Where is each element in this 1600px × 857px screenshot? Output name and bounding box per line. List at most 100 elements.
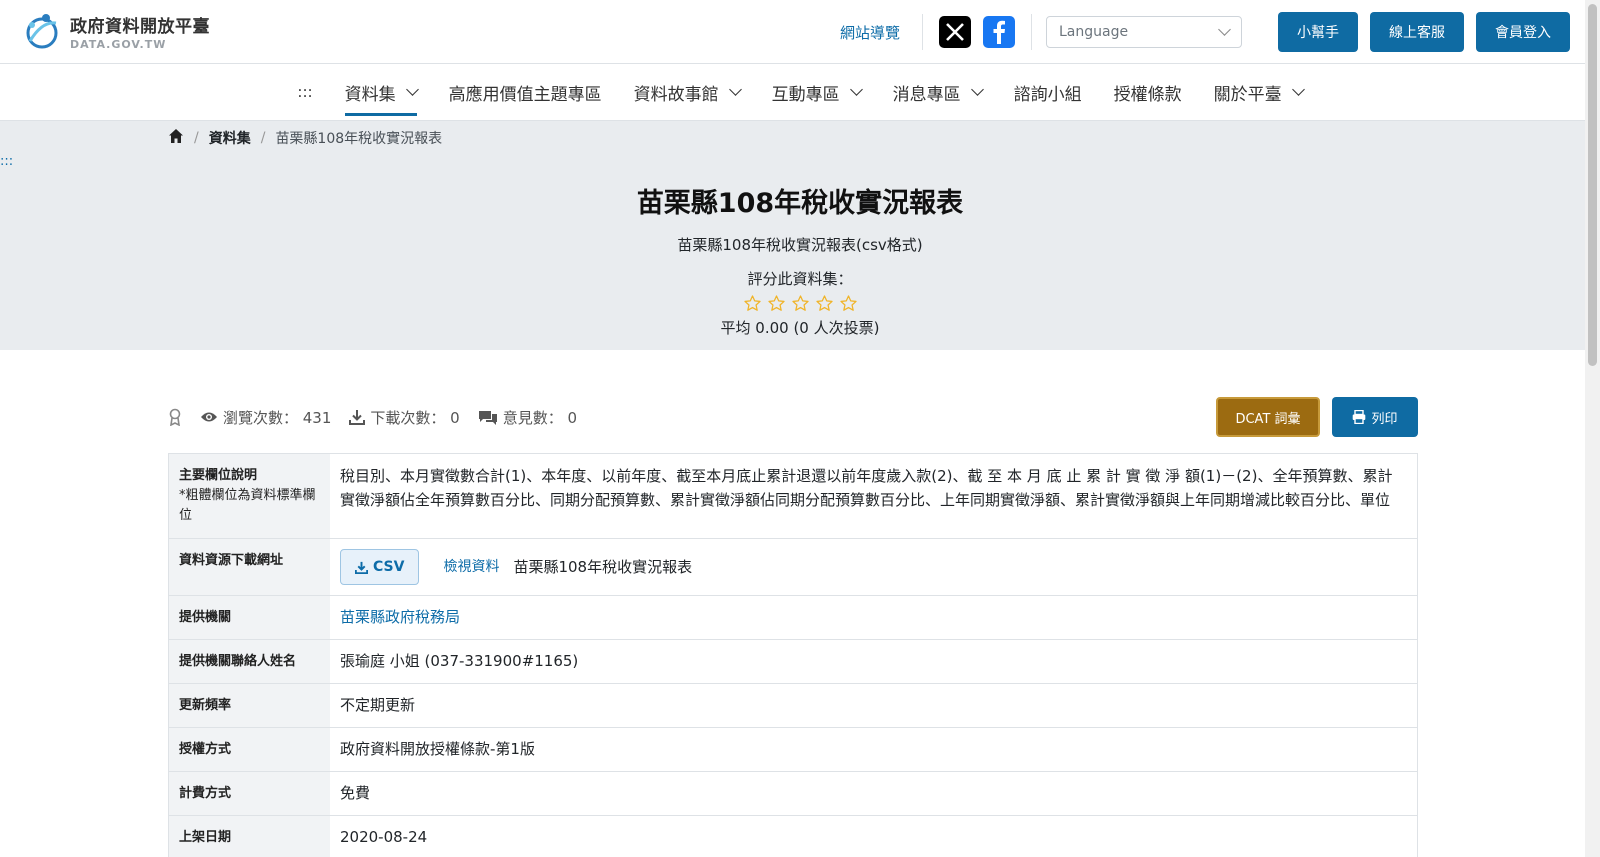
field-label: 主要欄位說明 *粗體欄位為資料標準欄位	[168, 454, 330, 538]
chevron-down-icon	[849, 83, 863, 96]
dataset-stats: 瀏覽次數： 431 下載次數： 0 意見數： 0 DCAT 詞彙 列印	[168, 397, 1418, 437]
csv-download-label: CSV	[373, 559, 405, 575]
logo-icon	[22, 11, 62, 51]
frequency-label: 更新頻率	[168, 684, 330, 727]
nav-item-label: 資料故事館	[633, 84, 719, 105]
nav-item-label: 互動專區	[771, 84, 840, 105]
nav-item-datasets[interactable]: 資料集	[329, 64, 433, 120]
nav-item-interactive[interactable]: 互動專區	[756, 64, 877, 120]
chevron-down-icon	[405, 83, 419, 96]
table-row: 資料資源下載網址 CSV 檢視資料 苗栗縣108年稅收實況報表	[168, 538, 1418, 595]
award-icon	[168, 408, 182, 426]
download-icon	[355, 561, 368, 574]
table-row: 上架日期 2020-08-24	[168, 815, 1418, 857]
star-icon[interactable]	[743, 294, 762, 313]
dataset-description: 苗栗縣108年稅收實況報表(csv格式)	[677, 236, 923, 254]
breadcrumb: / 資料集 / 苗栗縣108年稅收實況報表	[168, 128, 442, 148]
helper-button[interactable]: 小幫手	[1278, 12, 1358, 52]
contact-label: 提供機關聯絡人姓名	[168, 640, 330, 683]
divider	[922, 14, 923, 50]
view-count: 瀏覽次數： 431	[200, 407, 331, 428]
download-icon	[349, 410, 366, 425]
fields-value: 稅目別、本月實徵數合計(1)、本年度、以前年度、截至本月底止累計退還以前年度歲入…	[330, 454, 1418, 538]
star-icon[interactable]	[839, 294, 858, 313]
table-row: 更新頻率 不定期更新	[168, 683, 1418, 727]
logo-subtitle: DATA.GOV.TW	[70, 37, 167, 51]
dcat-vocabulary-button[interactable]: DCAT 詞彙	[1216, 397, 1320, 437]
top-header: 政府資料開放平臺 DATA.GOV.TW 網站導覽 Language 小幫手 線…	[0, 0, 1600, 64]
view-data-link[interactable]: 檢視資料	[443, 555, 499, 579]
rating-average: 平均 0.00 (0 人次投票)	[720, 319, 880, 337]
resource-label: 資料資源下載網址	[168, 539, 330, 595]
comments-icon	[478, 411, 497, 425]
sitemap-link[interactable]: 網站導覽	[840, 22, 900, 43]
view-count-text: 瀏覽次數： 431	[223, 408, 332, 427]
chevron-down-icon	[1291, 83, 1305, 96]
license-label: 授權方式	[168, 728, 330, 771]
divider	[1031, 14, 1032, 50]
nav-item-label: 關於平臺	[1213, 84, 1282, 105]
language-select-value: Language	[1059, 24, 1129, 40]
content-accesskey[interactable]: :::	[0, 154, 13, 169]
date-label: 上架日期	[168, 816, 330, 857]
print-button[interactable]: 列印	[1332, 397, 1418, 437]
fee-label: 計費方式	[168, 772, 330, 815]
page-scrollbar[interactable]	[1585, 0, 1600, 857]
rating-label: 評分此資料集：	[747, 270, 853, 288]
breadcrumb-datasets[interactable]: 資料集	[209, 128, 251, 148]
nav-item-about[interactable]: 關於平臺	[1198, 64, 1319, 120]
star-icon[interactable]	[791, 294, 810, 313]
language-select[interactable]: Language	[1046, 16, 1242, 48]
accesskey-link[interactable]: :::	[281, 64, 328, 120]
breadcrumb-separator: /	[194, 130, 199, 146]
nav-item-label: 高應用價值主題專區	[448, 84, 602, 105]
resource-value: CSV 檢視資料 苗栗縣108年稅收實況報表	[330, 539, 1418, 595]
breadcrumb-current: 苗栗縣108年稅收實況報表	[275, 131, 443, 147]
nav-item-data-stories[interactable]: 資料故事館	[618, 64, 756, 120]
license-value: 政府資料開放授權條款-第1版	[330, 728, 1418, 771]
table-row: 計費方式 免費	[168, 771, 1418, 815]
nav-item-label: 資料集	[344, 84, 396, 105]
online-service-button[interactable]: 線上客服	[1370, 12, 1464, 52]
fields-label: 主要欄位說明	[179, 468, 258, 483]
table-row: 提供機關聯絡人姓名 張瑜庭 小姐 (037-331900#1165)	[168, 639, 1418, 683]
x-twitter-icon[interactable]	[939, 16, 971, 48]
fee-value: 免費	[330, 772, 1418, 815]
download-count-text: 下載次數： 0	[370, 408, 460, 427]
facebook-icon[interactable]	[983, 16, 1015, 48]
site-logo[interactable]: 政府資料開放平臺 DATA.GOV.TW	[22, 11, 210, 51]
star-icon[interactable]	[767, 294, 786, 313]
chevron-down-icon	[728, 83, 742, 96]
chevron-down-icon	[970, 83, 984, 96]
home-icon[interactable]	[168, 128, 184, 148]
csv-download-button[interactable]: CSV	[340, 549, 420, 585]
member-login-button[interactable]: 會員登入	[1476, 12, 1570, 52]
nav-item-license[interactable]: 授權條款	[1098, 64, 1198, 120]
scrollbar-thumb[interactable]	[1588, 4, 1597, 366]
print-icon	[1353, 410, 1366, 424]
dataset-info-table: 主要欄位說明 *粗體欄位為資料標準欄位 稅目別、本月實徵數合計(1)、本年度、以…	[168, 453, 1418, 857]
nav-item-label: 授權條款	[1113, 84, 1182, 105]
fields-note: *粗體欄位為資料標準欄位	[179, 488, 316, 523]
nav-item-news[interactable]: 消息專區	[877, 64, 998, 120]
eye-icon	[201, 412, 217, 422]
nav-item-label: 消息專區	[892, 84, 961, 105]
dataset-hero: / 資料集 / 苗栗縣108年稅收實況報表 ::: 苗栗縣108年稅收實況報表 …	[0, 121, 1600, 350]
nav-item-label: 諮詢小組	[1013, 84, 1082, 105]
star-icon[interactable]	[815, 294, 834, 313]
table-row: 授權方式 政府資料開放授權條款-第1版	[168, 727, 1418, 771]
comment-count: 意見數： 0	[478, 407, 577, 428]
contact-value: 張瑜庭 小姐 (037-331900#1165)	[330, 640, 1418, 683]
provider-link[interactable]: 苗栗縣政府稅務局	[340, 608, 460, 626]
print-button-label: 列印	[1371, 411, 1398, 427]
main-navigation: ::: 資料集 高應用價值主題專區 資料故事館 互動專區 消息專區 諮詢小組 授…	[0, 64, 1600, 121]
table-row: 提供機關 苗栗縣政府稅務局	[168, 595, 1418, 639]
nav-item-high-value[interactable]: 高應用價值主題專區	[433, 64, 618, 120]
chevron-down-icon	[1218, 23, 1231, 36]
comment-count-text: 意見數： 0	[502, 408, 578, 427]
table-row: 主要欄位說明 *粗體欄位為資料標準欄位 稅目別、本月實徵數合計(1)、本年度、以…	[168, 453, 1418, 538]
provider-label: 提供機關	[168, 596, 330, 639]
date-value: 2020-08-24	[330, 816, 1418, 857]
breadcrumb-separator: /	[260, 130, 266, 146]
nav-item-advisory[interactable]: 諮詢小組	[998, 64, 1098, 120]
